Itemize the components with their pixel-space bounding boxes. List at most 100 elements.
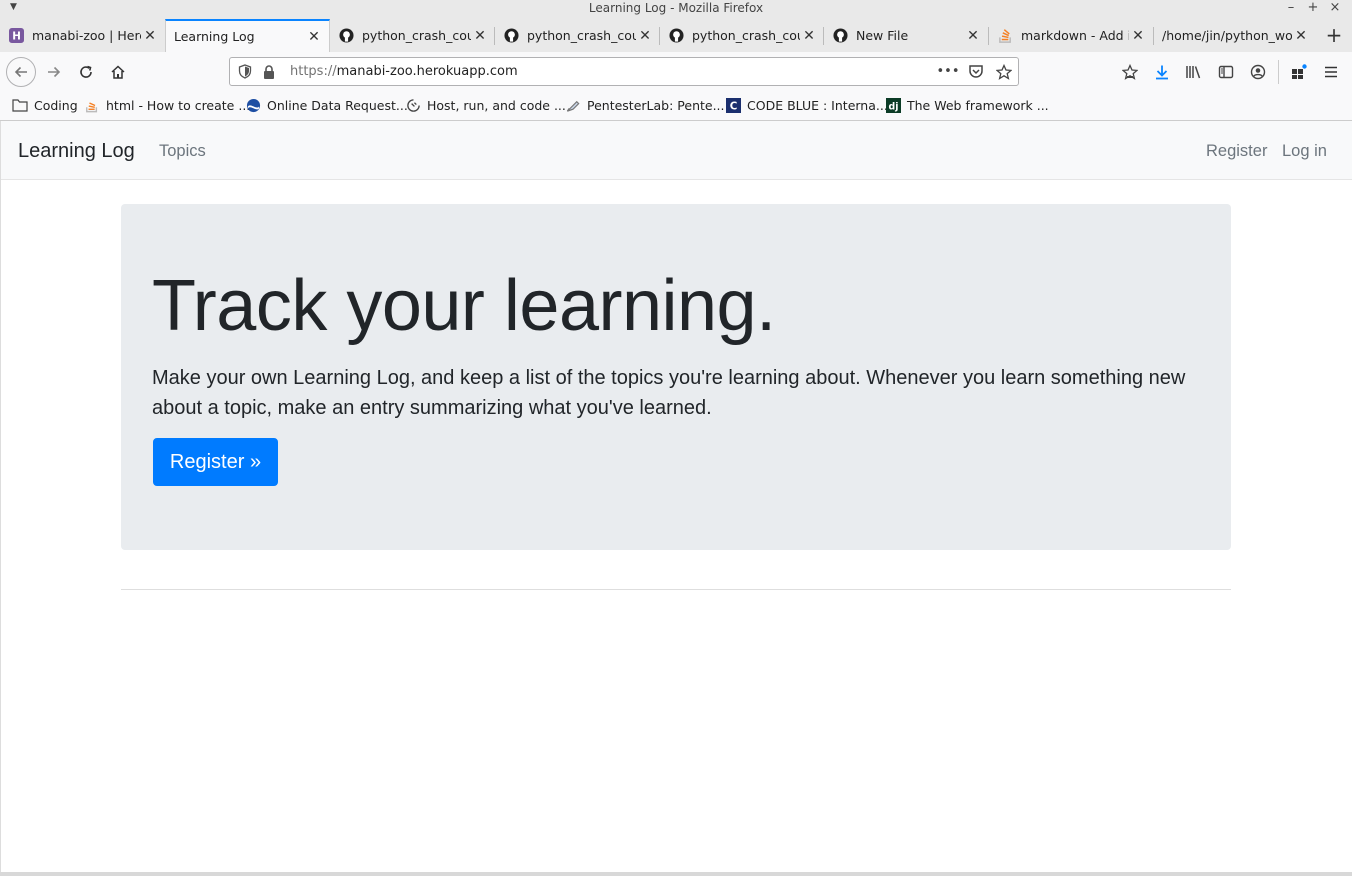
pentesterlab-icon	[565, 97, 581, 113]
jumbotron: Track your learning. Make your own Learn…	[121, 204, 1231, 550]
tab-label: /home/jin/python_wo	[1162, 28, 1292, 43]
tab-label: markdown - Add i	[1021, 28, 1129, 43]
bookmark-label: Coding	[34, 97, 78, 113]
tab-label: New File	[856, 28, 909, 43]
close-icon[interactable]: ✕	[964, 28, 982, 44]
maximize-button[interactable]: +	[1306, 0, 1320, 15]
download-icon	[1156, 65, 1168, 80]
downloads-button[interactable]	[1150, 60, 1174, 84]
github-icon	[503, 28, 519, 44]
github-icon	[668, 28, 684, 44]
bookmark-label: The Web framework ...	[907, 97, 1049, 113]
url-scheme: https://	[290, 64, 337, 79]
tab-label: manabi-zoo | Herc	[32, 28, 141, 43]
tab-strip: H manabi-zoo | Herc ✕ Learning Log ✕ pyt…	[0, 17, 1352, 52]
close-icon[interactable]: ✕	[471, 28, 489, 44]
noaa-icon	[245, 97, 261, 113]
nav-topics-link[interactable]: Topics	[159, 142, 206, 161]
toolbar-separator	[1278, 60, 1279, 84]
register-button[interactable]: Register »	[153, 438, 278, 486]
new-tab-button[interactable]: +	[1322, 23, 1346, 47]
address-bar[interactable]: https://manabi-zoo.herokuapp.com •••	[229, 57, 1019, 86]
tab-local-file[interactable]: /home/jin/python_wo ✕	[1154, 19, 1316, 52]
url-host: manabi-zoo.herokuapp.com	[336, 64, 518, 79]
bookmark-star-icon[interactable]	[990, 63, 1018, 80]
close-icon[interactable]: ✕	[800, 28, 818, 44]
back-button[interactable]	[6, 57, 36, 87]
reload-button[interactable]	[74, 60, 98, 84]
extensions-button[interactable]	[1287, 60, 1311, 84]
window-title: Learning Log - Mozilla Firefox	[588, 1, 764, 15]
divider	[121, 589, 1231, 590]
extension-icon	[1292, 64, 1307, 79]
bookmark-pentesterlab[interactable]: PentesterLab: Pente...	[565, 97, 725, 113]
bookmark-host-run-code[interactable]: Host, run, and code ...	[405, 97, 566, 113]
hamburger-menu-button[interactable]	[1319, 60, 1343, 84]
forward-button[interactable]	[42, 60, 66, 84]
sidebar-button[interactable]	[1214, 60, 1238, 84]
stackoverflow-icon	[997, 28, 1013, 44]
site-navbar: Learning Log Topics Register Log in	[1, 121, 1352, 180]
tab-markdown[interactable]: markdown - Add i ✕	[989, 19, 1153, 52]
back-arrow-icon	[14, 66, 27, 78]
bookmark-label: CODE BLUE : Interna...	[747, 97, 888, 113]
folder-icon	[12, 97, 28, 113]
close-icon[interactable]: ✕	[305, 29, 323, 45]
library-button[interactable]	[1182, 60, 1206, 84]
tab-learning-log[interactable]: Learning Log ✕	[165, 19, 330, 52]
account-icon	[1250, 64, 1266, 80]
tab-label: python_crash_cou	[362, 28, 471, 43]
close-icon[interactable]: ✕	[1292, 28, 1310, 44]
bookmark-coding[interactable]: Coding	[12, 97, 78, 113]
close-icon[interactable]: ✕	[636, 28, 654, 44]
nav-login-link[interactable]: Log in	[1282, 142, 1327, 161]
terminal-strip	[0, 872, 1352, 876]
stackoverflow-icon	[84, 97, 100, 113]
bookmark-label: html - How to create ...	[106, 97, 251, 113]
bookmark-code-blue[interactable]: C CODE BLUE : Interna...	[725, 97, 888, 113]
tab-new-file[interactable]: New File ✕	[824, 19, 988, 52]
page-actions-button[interactable]: •••	[934, 64, 962, 79]
library-icon	[1186, 66, 1201, 79]
tab-python-crash-course-1[interactable]: python_crash_cou ✕	[330, 19, 495, 52]
reload-icon	[80, 65, 92, 78]
svg-text:H: H	[12, 31, 21, 43]
tab-label: python_crash_cou	[692, 28, 800, 43]
svg-text:C: C	[729, 100, 737, 112]
site-brand-link[interactable]: Learning Log	[18, 140, 135, 163]
bookmarks-menu-button[interactable]	[1118, 60, 1142, 84]
bookmark-django[interactable]: dj The Web framework ...	[885, 97, 1049, 113]
tab-manabi-zoo[interactable]: H manabi-zoo | Herc ✕	[0, 19, 165, 52]
home-icon	[111, 65, 125, 79]
forward-arrow-icon	[48, 66, 61, 78]
bookmark-label: Online Data Request...	[267, 97, 408, 113]
close-window-button[interactable]: ×	[1328, 0, 1342, 15]
lock-icon[interactable]	[260, 64, 278, 79]
bookmark-label: Host, run, and code ...	[427, 97, 566, 113]
menu-icon	[1325, 66, 1337, 78]
svg-text:dj: dj	[888, 101, 898, 112]
tracking-protection-icon[interactable]	[236, 64, 254, 79]
bookmark-label: PentesterLab: Pente...	[587, 97, 725, 113]
account-button[interactable]	[1246, 60, 1270, 84]
github-icon	[338, 28, 354, 44]
url-text[interactable]: https://manabi-zoo.herokuapp.com	[290, 64, 934, 79]
pocket-icon[interactable]	[962, 64, 990, 79]
close-icon[interactable]: ✕	[141, 28, 159, 44]
home-button[interactable]	[106, 60, 130, 84]
minimize-button[interactable]: –	[1284, 0, 1298, 15]
star-list-icon	[1122, 64, 1138, 80]
hero-lead-text: Make your own Learning Log, and keep a l…	[152, 367, 1186, 419]
tab-label: python_crash_cou	[527, 28, 636, 43]
bookmark-online-data-request[interactable]: Online Data Request...	[245, 97, 408, 113]
tab-python-crash-course-2[interactable]: python_crash_cou ✕	[495, 19, 660, 52]
tab-label: Learning Log	[174, 29, 255, 44]
codeblue-icon: C	[725, 97, 741, 113]
bookmark-html-how-to-create[interactable]: html - How to create ...	[84, 97, 250, 113]
replit-icon	[405, 97, 421, 113]
tab-python-crash-course-3[interactable]: python_crash_cou ✕	[660, 19, 824, 52]
close-icon[interactable]: ✕	[1129, 28, 1147, 44]
nav-register-link[interactable]: Register	[1206, 142, 1267, 161]
page-viewport: Learning Log Topics Register Log in Trac…	[0, 121, 1352, 876]
sidebar-icon	[1218, 65, 1234, 79]
